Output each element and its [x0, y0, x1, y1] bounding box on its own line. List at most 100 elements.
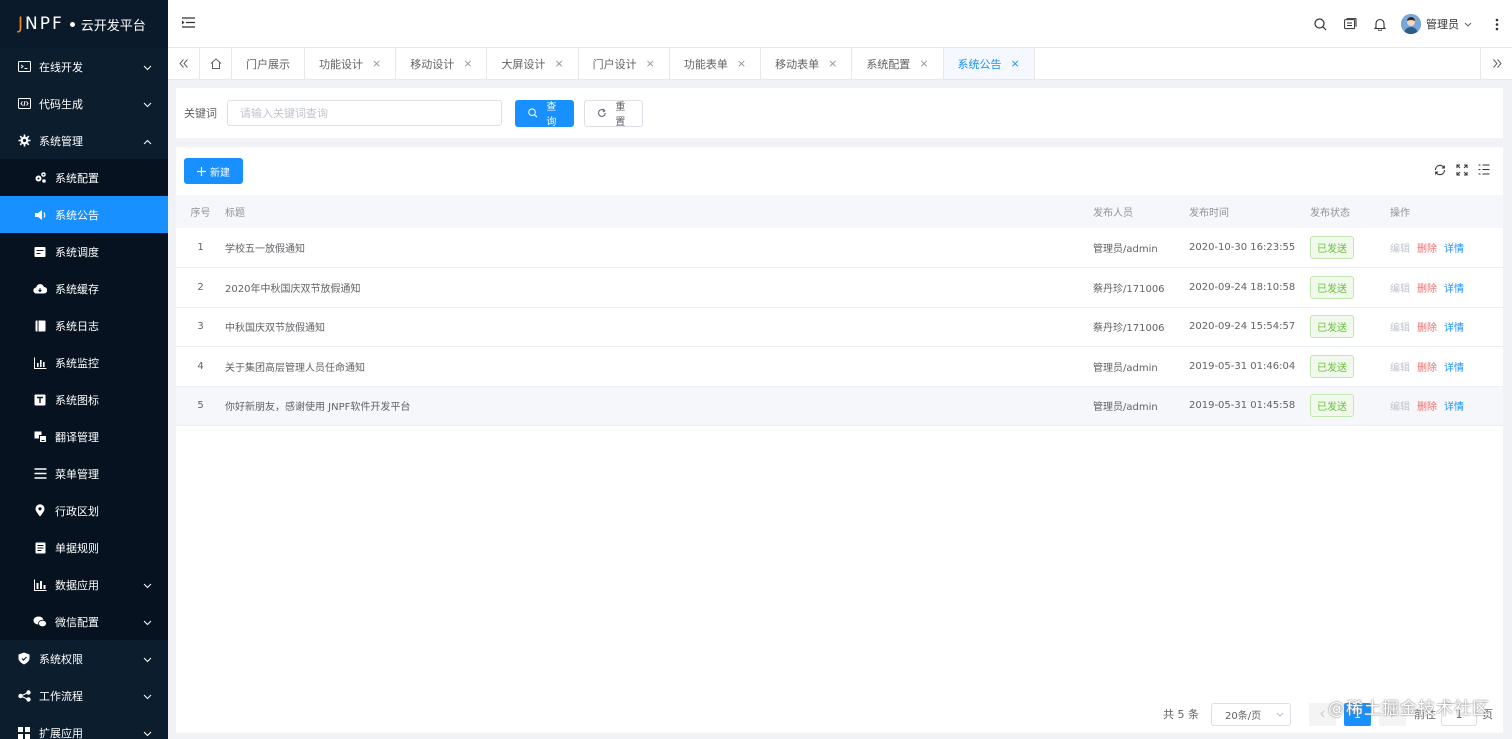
sidebar-item-workflow[interactable]: 工作流程 — [0, 677, 168, 714]
tab-function-form[interactable]: 功能表单 × — [670, 48, 762, 79]
tab-portal-design[interactable]: 门户设计 × — [579, 48, 670, 79]
edit-link[interactable]: 编辑 — [1390, 363, 1410, 374]
sidebar-item-label: 系统日志 — [55, 319, 99, 333]
tab-system-notice[interactable]: 系统公告 × — [943, 48, 1035, 79]
sidebar-item-system-management[interactable]: 系统管理 — [0, 122, 168, 159]
sidebar-item-system-log[interactable]: 系统日志 — [0, 307, 168, 344]
close-icon[interactable]: × — [372, 57, 381, 70]
sidebar-item-menu-management[interactable]: 菜单管理 — [0, 455, 168, 492]
fullscreen-icon[interactable] — [1451, 164, 1473, 176]
search-icon — [528, 108, 538, 118]
translate-icon — [33, 430, 47, 444]
sidebar-item-system-notice[interactable]: 系统公告 — [0, 196, 168, 233]
keyword-input[interactable] — [227, 100, 502, 126]
close-icon[interactable]: × — [737, 57, 746, 70]
sidebar-item-system-monitor[interactable]: 系统监控 — [0, 344, 168, 381]
close-icon[interactable]: × — [646, 57, 655, 70]
query-button[interactable]: 查询 — [515, 99, 574, 128]
delete-link[interactable]: 删除 — [1417, 284, 1437, 295]
column-header-publisher: 发布人员 — [1093, 195, 1189, 228]
sidebar-item-online-dev[interactable]: 在线开发 — [0, 48, 168, 85]
chevron-down-icon — [143, 61, 152, 74]
tab-home[interactable] — [200, 48, 232, 79]
close-icon[interactable]: × — [1011, 57, 1020, 70]
page-size-select[interactable]: 20条/页 — [1211, 702, 1291, 726]
sidebar-item-system-cache[interactable]: 系统缓存 — [0, 270, 168, 307]
chevron-down-icon — [1276, 709, 1284, 720]
bar-chart-icon — [33, 578, 47, 592]
sidebar-item-system-permissions[interactable]: 系统权限 — [0, 640, 168, 677]
delete-link[interactable]: 删除 — [1417, 363, 1437, 374]
tab-portal-display[interactable]: 门户展示 — [232, 48, 305, 79]
tab-bigscreen-design[interactable]: 大屏设计 × — [487, 48, 579, 79]
message-icon[interactable] — [1335, 18, 1365, 30]
delete-link[interactable]: 删除 — [1417, 244, 1437, 255]
tab-mobile-form[interactable]: 移动表单 × — [761, 48, 853, 79]
sidebar-item-label: 扩展应用 — [39, 726, 83, 739]
row-index: 5 — [176, 386, 225, 426]
tabs-scroll-left-icon[interactable] — [168, 48, 200, 79]
refresh-icon[interactable] — [1429, 164, 1451, 176]
tab-function-design[interactable]: 功能设计 × — [305, 48, 397, 79]
sidebar-item-system-icons[interactable]: 系统图标 — [0, 381, 168, 418]
column-settings-icon[interactable] — [1473, 164, 1495, 176]
table-tools — [1429, 164, 1495, 176]
sidebar-item-label: 行政区划 — [55, 504, 99, 518]
sidebar-item-wechat-config[interactable]: 微信配置 — [0, 603, 168, 640]
sidebar-item-label: 系统配置 — [55, 171, 99, 185]
close-icon[interactable]: × — [554, 57, 563, 70]
sidebar-item-label: 代码生成 — [39, 97, 83, 111]
list-icon — [33, 467, 47, 481]
sidebar-item-system-config[interactable]: 系统配置 — [0, 159, 168, 196]
bell-icon[interactable] — [1365, 18, 1395, 31]
close-icon[interactable]: × — [463, 57, 472, 70]
sidebar-item-label: 菜单管理 — [55, 467, 99, 481]
add-button[interactable]: 新建 — [184, 158, 243, 184]
wechat-icon — [33, 615, 47, 629]
more-vertical-icon[interactable] — [1482, 18, 1512, 31]
search-icon[interactable] — [1305, 17, 1335, 31]
row-index: 4 — [176, 346, 225, 387]
gears-icon — [33, 171, 47, 185]
edit-link[interactable]: 编辑 — [1390, 323, 1410, 334]
row-actions: 编辑 删除 详情 — [1390, 228, 1503, 268]
detail-link[interactable]: 详情 — [1444, 284, 1464, 295]
add-label: 新建 — [210, 167, 230, 179]
sidebar-item-document-rules[interactable]: 单据规则 — [0, 529, 168, 566]
delete-link[interactable]: 删除 — [1417, 323, 1437, 334]
detail-link[interactable]: 详情 — [1444, 363, 1464, 374]
edit-link[interactable]: 编辑 — [1390, 244, 1410, 255]
tab-label: 门户设计 — [592, 57, 637, 71]
tab-label: 大屏设计 — [501, 57, 546, 71]
sidebar-item-code-gen[interactable]: 代码生成 — [0, 85, 168, 122]
logo: JNPF 云开发平台 — [0, 0, 168, 48]
tab-system-config[interactable]: 系统配置 × — [852, 48, 944, 79]
detail-link[interactable]: 详情 — [1444, 244, 1464, 255]
edit-link[interactable]: 编辑 — [1390, 284, 1410, 295]
collapse-menu-icon[interactable] — [182, 17, 195, 31]
close-icon[interactable]: × — [828, 57, 837, 70]
tabs-scroll-right-icon[interactable] — [1480, 48, 1512, 79]
close-icon[interactable]: × — [919, 57, 928, 70]
sidebar-item-system-schedule[interactable]: 系统调度 — [0, 233, 168, 270]
edit-link[interactable]: 编辑 — [1390, 402, 1410, 413]
delete-link[interactable]: 删除 — [1417, 402, 1437, 413]
reset-button[interactable]: 重置 — [584, 99, 643, 128]
chevron-down-icon — [143, 727, 152, 739]
sidebar-item-translation[interactable]: 翻译管理 — [0, 418, 168, 455]
user-menu[interactable]: 管理员 — [1401, 14, 1472, 34]
detail-link[interactable]: 详情 — [1444, 402, 1464, 413]
status-badge: 已发送 — [1310, 394, 1354, 418]
tab-mobile-design[interactable]: 移动设计 × — [396, 48, 488, 79]
sidebar-item-extended-apps[interactable]: 扩展应用 — [0, 714, 168, 739]
detail-link[interactable]: 详情 — [1444, 323, 1464, 334]
sidebar-item-label: 数据应用 — [55, 578, 99, 592]
sidebar-item-admin-division[interactable]: 行政区划 — [0, 492, 168, 529]
page-size-value: 20条/页 — [1225, 710, 1262, 722]
avatar — [1401, 14, 1421, 34]
sidebar-item-label: 系统监控 — [55, 356, 99, 370]
table-row: 5 你好新朋友，感谢使用 JNPF软件开发平台 管理员/admin 2019-0… — [176, 386, 1503, 426]
sidebar-item-data-apps[interactable]: 数据应用 — [0, 566, 168, 603]
row-time: 2019-05-31 01:46:04 — [1189, 346, 1310, 387]
table-row: 4 关于集团高层管理人员任命通知 管理员/admin 2019-05-31 01… — [176, 346, 1503, 387]
